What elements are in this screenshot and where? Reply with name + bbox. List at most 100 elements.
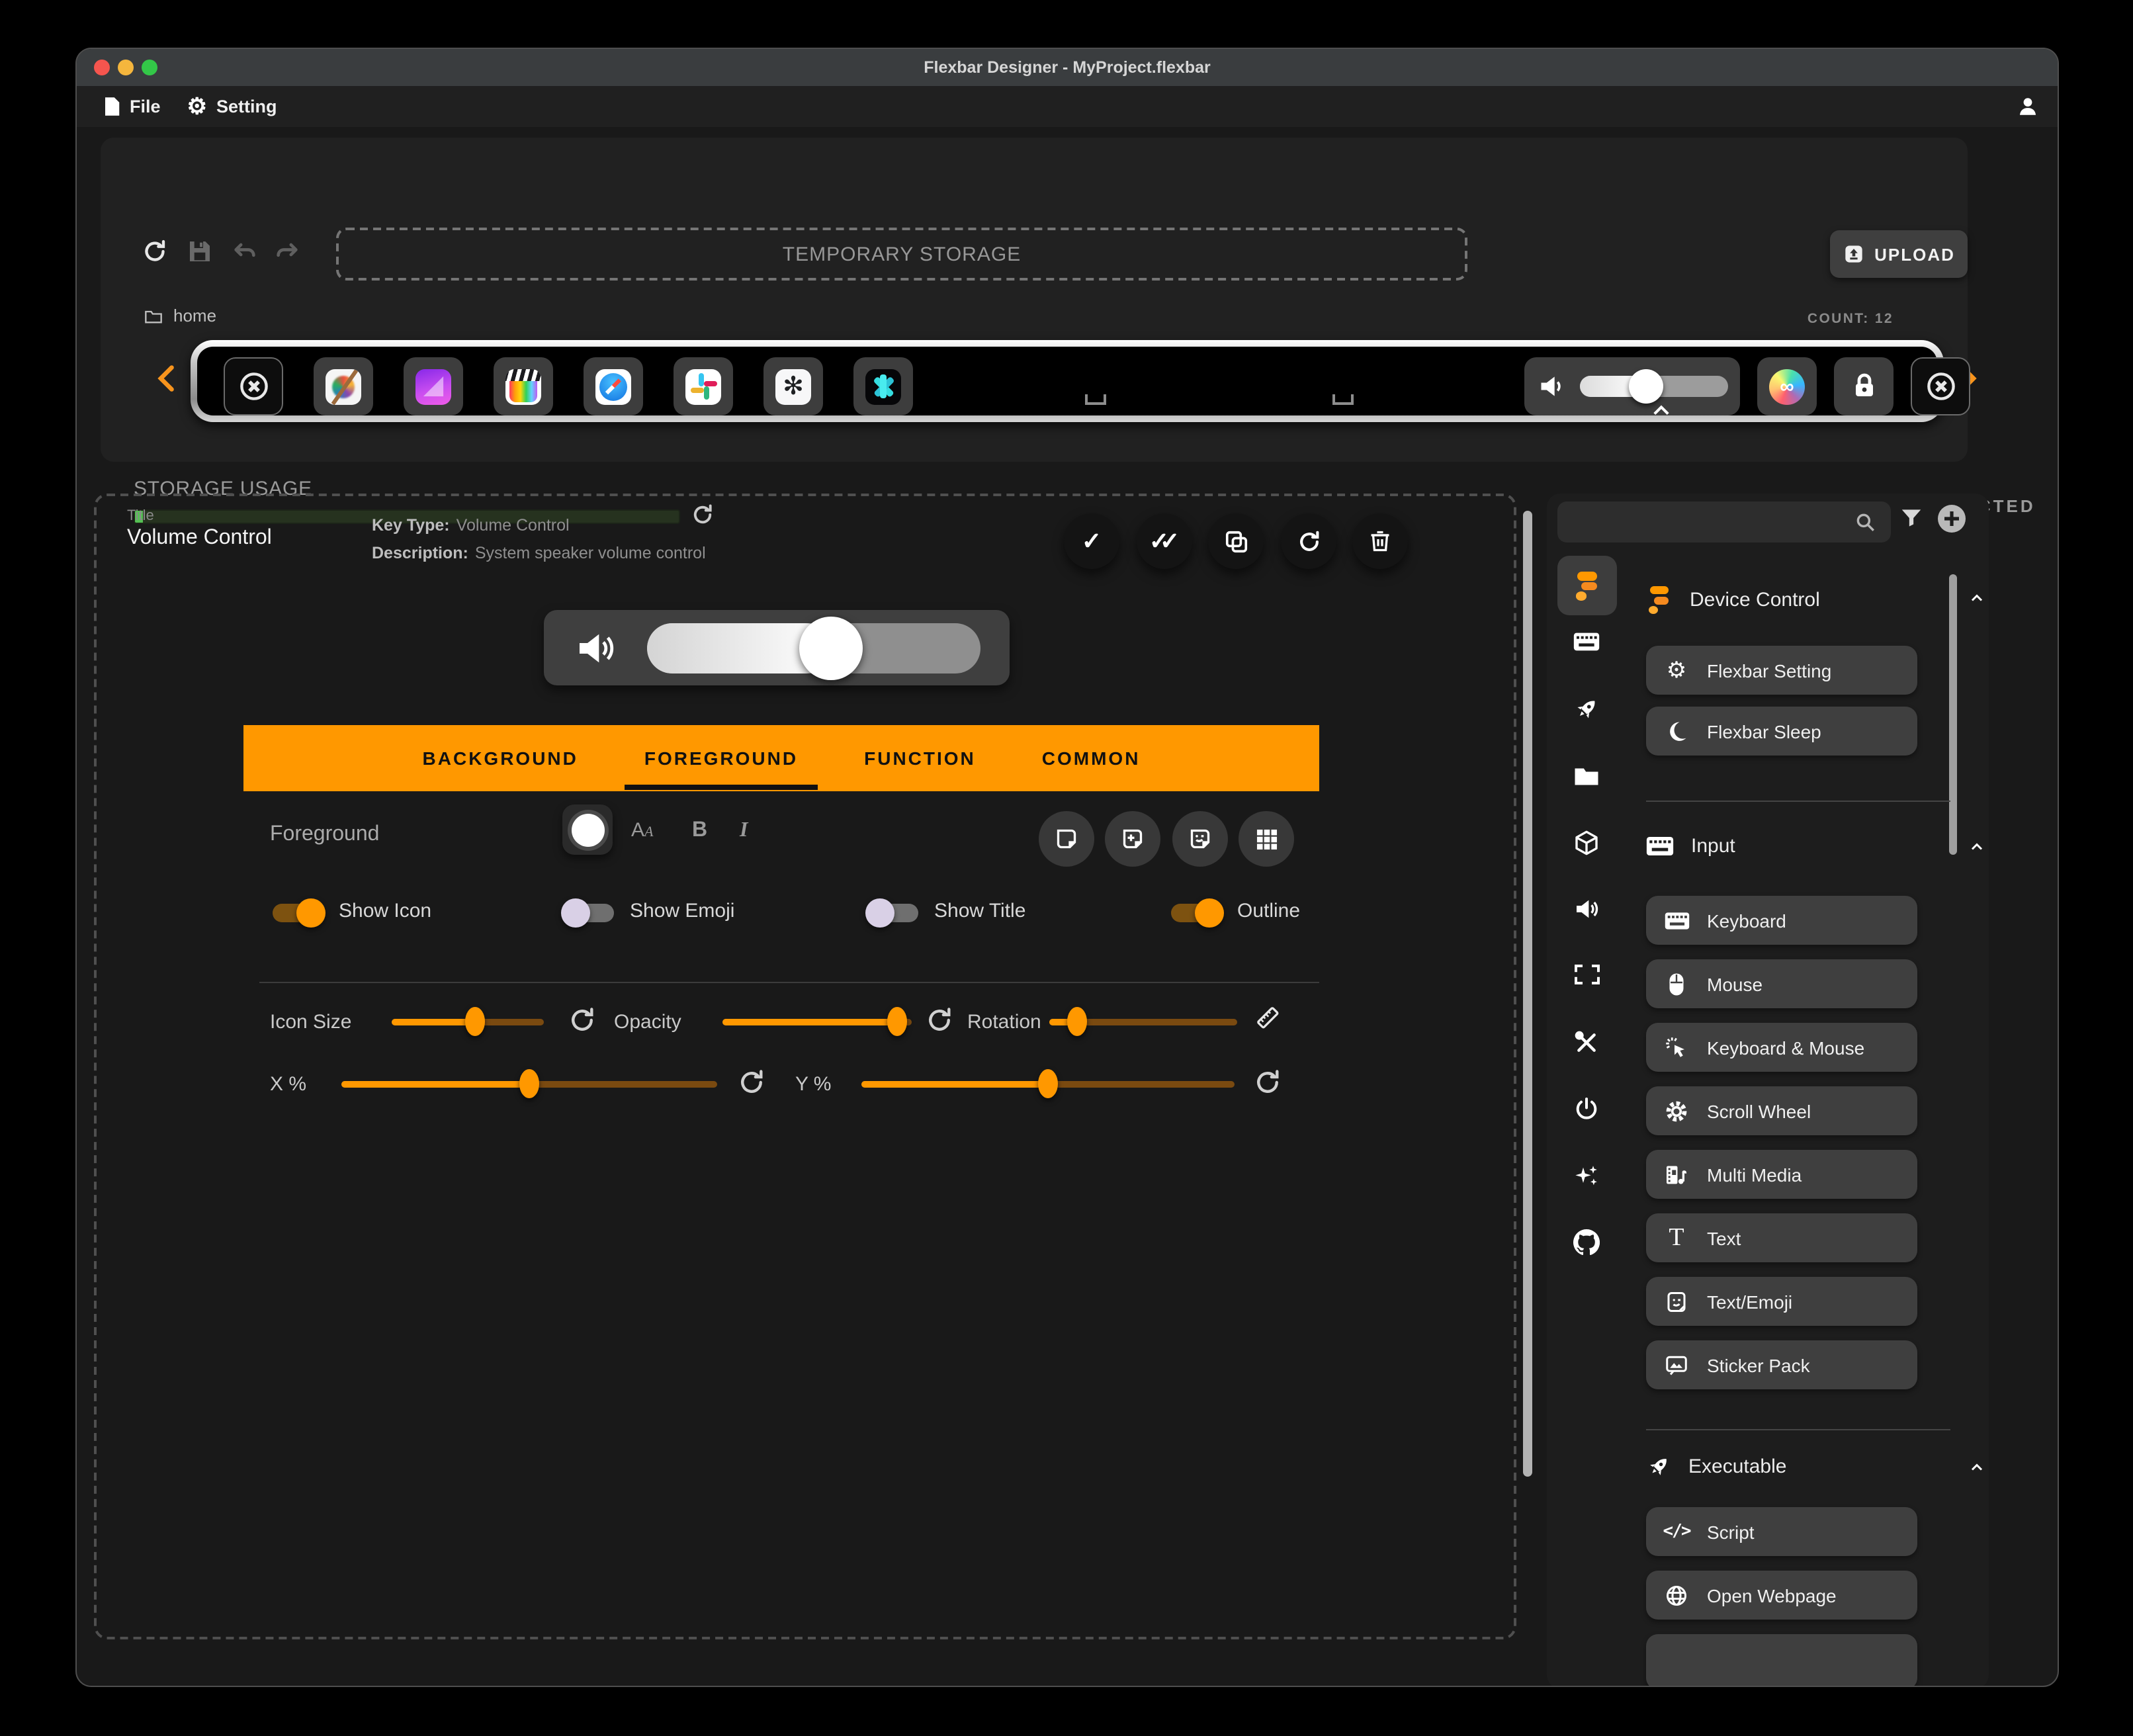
sticker-add-button[interactable] xyxy=(1105,811,1160,867)
strip-key-chatgpt-app[interactable]: ✻ xyxy=(763,357,823,415)
tab-function[interactable]: FUNCTION xyxy=(842,725,998,791)
filter-icon[interactable] xyxy=(1899,505,1924,531)
font-family-button[interactable]: AA xyxy=(631,819,654,842)
library-item-keyboard-mouse[interactable]: Keyboard & Mouse xyxy=(1646,1023,1917,1072)
rail-folder-icon[interactable] xyxy=(1573,763,1600,790)
editor-scrollbar[interactable] xyxy=(1523,511,1532,1477)
rail-ai-sparkles-icon[interactable] xyxy=(1573,1163,1600,1190)
tab-background[interactable]: BACKGROUND xyxy=(400,725,601,791)
collapse-icon[interactable] xyxy=(1969,1459,1985,1475)
file-icon xyxy=(103,97,120,116)
x-percent-slider[interactable] xyxy=(341,1081,717,1088)
rail-power-icon[interactable] xyxy=(1573,1096,1600,1122)
sticker-blank-button[interactable] xyxy=(1039,811,1094,867)
user-account-icon[interactable] xyxy=(2017,95,2039,118)
rail-tools-icon[interactable] xyxy=(1573,1029,1600,1056)
strip-key-safari-app[interactable] xyxy=(584,357,643,415)
rail-github-icon[interactable] xyxy=(1573,1229,1600,1256)
library-item-keyboard[interactable]: Keyboard xyxy=(1646,896,1917,945)
duplicate-button[interactable] xyxy=(1208,513,1264,569)
strip-key-affinity-app[interactable] xyxy=(404,357,463,415)
key-preview[interactable] xyxy=(544,610,1010,685)
strip-key-paint-app[interactable] xyxy=(314,357,373,415)
sticker-emoji-button[interactable] xyxy=(1172,811,1228,867)
reset-x-icon[interactable] xyxy=(737,1068,766,1097)
grid-button[interactable] xyxy=(1239,811,1294,867)
library-item-flexbar-sleep[interactable]: Flexbar Sleep xyxy=(1646,707,1917,756)
strip-key-final-cut-app[interactable] xyxy=(494,357,553,415)
strip-scroll-left-icon[interactable] xyxy=(153,360,183,397)
undo-icon[interactable] xyxy=(232,238,258,265)
rail-selection-icon[interactable] xyxy=(1575,965,1600,984)
section-executable[interactable]: Executable xyxy=(1646,1454,1786,1479)
key-title-value[interactable]: Volume Control xyxy=(127,527,272,550)
bold-button[interactable]: B xyxy=(692,819,707,843)
strip-key-lock[interactable] xyxy=(1834,357,1894,415)
preview-volume-knob[interactable] xyxy=(799,617,862,680)
reset-icon-size-icon[interactable] xyxy=(568,1006,597,1035)
tab-foreground[interactable]: FOREGROUND xyxy=(622,725,820,791)
section-device-control[interactable]: Device Control xyxy=(1646,585,1820,614)
menu-setting[interactable]: ⚙ Setting xyxy=(179,86,285,127)
apply-all-button[interactable]: ✓✓ xyxy=(1137,513,1192,569)
rail-sound-icon[interactable] xyxy=(1573,896,1600,922)
library-item-script[interactable]: </> Script xyxy=(1646,1507,1917,1556)
toggle-show-emoji[interactable] xyxy=(564,904,614,922)
rail-resource-box-icon[interactable] xyxy=(1573,830,1600,856)
reset-opacity-icon[interactable] xyxy=(925,1006,954,1035)
preview-volume-track[interactable] xyxy=(647,623,980,673)
rail-rocket-icon[interactable] xyxy=(1573,696,1600,722)
library-scrollbar[interactable] xyxy=(1949,574,1957,855)
rotation-slider[interactable] xyxy=(1049,1019,1237,1025)
strip-key-close[interactable] xyxy=(1911,357,1970,415)
rocket-icon xyxy=(1646,1454,1671,1479)
refresh-key-button[interactable] xyxy=(1281,513,1336,569)
italic-button[interactable]: I xyxy=(740,819,748,843)
reload-icon[interactable] xyxy=(142,238,168,265)
toggle-outline[interactable] xyxy=(1171,904,1221,922)
close-window-button[interactable] xyxy=(94,60,110,75)
minimize-window-button[interactable] xyxy=(118,60,134,75)
menu-file[interactable]: File xyxy=(95,86,169,127)
icon-size-slider[interactable] xyxy=(392,1019,544,1025)
library-item-mouse[interactable]: Mouse xyxy=(1646,959,1917,1008)
y-percent-slider[interactable] xyxy=(861,1081,1235,1088)
upload-button[interactable]: UPLOAD xyxy=(1830,230,1968,278)
rail-keyboard-icon[interactable] xyxy=(1573,629,1600,655)
zoom-window-button[interactable] xyxy=(142,60,157,75)
library-item-sticker-pack[interactable]: Sticker Pack xyxy=(1646,1340,1917,1389)
delete-key-button[interactable] xyxy=(1352,513,1408,569)
temporary-storage-dropzone[interactable]: TEMPORARY STORAGE xyxy=(336,228,1467,281)
save-icon[interactable] xyxy=(187,238,213,265)
library-item-multi-media[interactable]: Multi Media xyxy=(1646,1150,1917,1199)
reset-y-icon[interactable] xyxy=(1253,1068,1282,1097)
library-item-text-emoji[interactable]: Text/Emoji xyxy=(1646,1277,1917,1326)
strip-key-cyan-star-app[interactable] xyxy=(853,357,913,415)
toggle-show-icon[interactable] xyxy=(273,904,323,922)
toggle-show-title[interactable] xyxy=(868,904,918,922)
caret-up-icon[interactable] xyxy=(1653,405,1670,415)
strip-key-volume-slider[interactable] xyxy=(1524,357,1740,415)
tab-common[interactable]: COMMON xyxy=(1020,725,1163,791)
opacity-slider[interactable] xyxy=(722,1019,912,1025)
strip-volume-knob[interactable] xyxy=(1630,369,1664,404)
library-item-open-webpage[interactable]: Open Webpage xyxy=(1646,1571,1917,1620)
strip-key-photos-app[interactable]: ∞ xyxy=(1757,357,1817,415)
section-input[interactable]: Input xyxy=(1646,835,1735,857)
breadcrumb[interactable]: home xyxy=(144,306,216,326)
library-item-partial[interactable] xyxy=(1646,1634,1917,1687)
library-item-scroll-wheel[interactable]: Scroll Wheel xyxy=(1646,1086,1917,1135)
library-item-text[interactable]: T Text xyxy=(1646,1213,1917,1262)
library-item-flexbar-setting[interactable]: ⚙ Flexbar Setting xyxy=(1646,646,1917,695)
strip-volume-track[interactable] xyxy=(1580,376,1728,397)
collapse-icon[interactable] xyxy=(1969,839,1985,855)
collapse-icon[interactable] xyxy=(1969,590,1985,606)
add-icon[interactable] xyxy=(1936,503,1968,535)
strip-key-close[interactable] xyxy=(224,357,283,415)
foreground-color-swatch[interactable] xyxy=(562,804,613,855)
ruler-icon[interactable] xyxy=(1253,1003,1282,1032)
strip-key-slack-app[interactable] xyxy=(674,357,733,415)
redo-icon[interactable] xyxy=(274,238,300,265)
apply-button[interactable]: ✓ xyxy=(1064,513,1119,569)
search-input[interactable] xyxy=(1557,501,1891,542)
